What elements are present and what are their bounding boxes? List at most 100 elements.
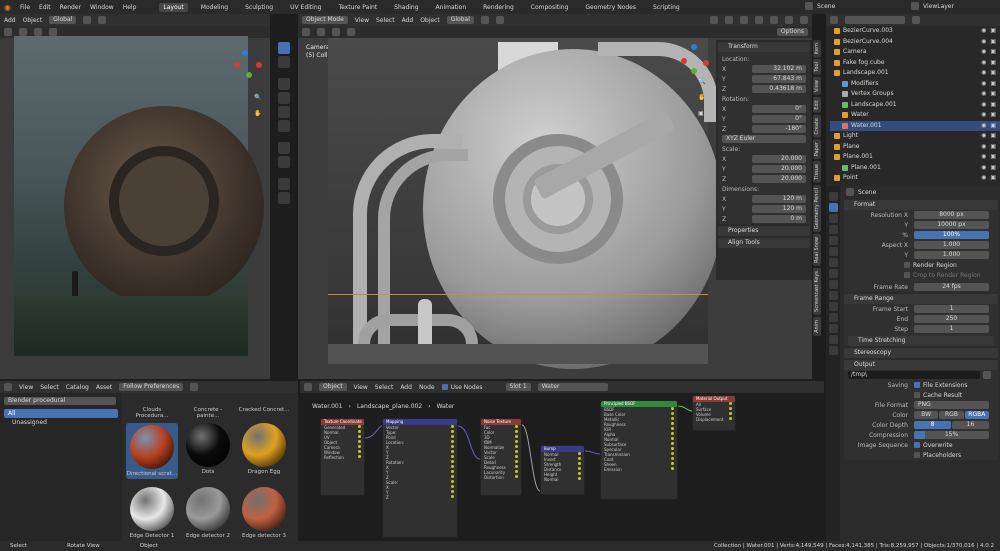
asset-row1-label-1[interactable]: Clouds Procedura... [126, 407, 178, 419]
node-socket-icon[interactable] [671, 417, 674, 420]
asset-tile[interactable]: Edge detector 3 -... [238, 487, 290, 541]
overwrite-checkbox[interactable] [914, 442, 920, 448]
node-socket-icon[interactable] [451, 460, 454, 463]
viewport-camera-icon[interactable]: ▣ [698, 110, 704, 117]
side-tab-create[interactable]: Create [813, 114, 821, 138]
world-tab-icon[interactable] [828, 247, 838, 256]
stereoscopy-panel-header[interactable]: Stereoscopy [844, 348, 998, 358]
outliner-item[interactable]: Point ◉ ▣ [830, 173, 1000, 184]
node-socket-icon[interactable] [451, 445, 454, 448]
noise-texture-node[interactable]: Noise Texture Fac Color 3D fBM Normalize Vect… [480, 418, 522, 496]
side-tab-item[interactable]: Item [813, 40, 821, 58]
outliner-item[interactable]: Fake fog cube ◉ ▣ [830, 58, 1000, 69]
node-socket-icon[interactable] [515, 465, 518, 468]
texture-coordinate-node[interactable]: Texture Coordinate Generated Normal UV Obje… [320, 418, 365, 496]
material-shading-icon[interactable] [785, 16, 793, 24]
node-socket-icon[interactable] [358, 455, 361, 458]
node-socket-icon[interactable] [451, 435, 454, 438]
outliner-item[interactable]: Modifiers ◉ ▣ [830, 79, 1000, 90]
transform-tool-icon[interactable] [278, 120, 290, 132]
asset-menu-catalog[interactable]: Catalog [66, 384, 89, 391]
node-socket-icon[interactable] [729, 407, 732, 410]
menu-select[interactable]: Select [376, 17, 395, 24]
node-socket-icon[interactable] [451, 470, 454, 473]
menu-render[interactable]: Render [60, 4, 81, 11]
follow-preferences-dropdown[interactable]: Follow Preferences [119, 383, 184, 391]
frame-range-panel-header[interactable]: Frame Range [844, 294, 998, 304]
select-mode-icon[interactable] [19, 28, 27, 36]
node-socket-row[interactable]: Distortion [481, 475, 521, 480]
scene-name[interactable]: Scene [817, 3, 877, 10]
asset-tile[interactable]: Dragon Egg [238, 423, 290, 475]
rotation-x-field[interactable]: 0° [752, 105, 806, 113]
node-socket-icon[interactable] [671, 447, 674, 450]
visibility-eye-icon[interactable]: ◉ [981, 110, 986, 121]
render-region-checkbox[interactable] [904, 262, 910, 268]
render-camera-icon[interactable]: ▣ [990, 37, 996, 48]
node-socket-icon[interactable] [515, 460, 518, 463]
node-socket-row[interactable]: Displacement [693, 417, 735, 422]
cache-result-checkbox[interactable] [914, 392, 920, 398]
tool-tab-icon[interactable] [828, 192, 838, 201]
catalog-unassigned[interactable]: Unassigned [4, 418, 118, 427]
render-camera-icon[interactable]: ▣ [990, 173, 996, 184]
node-socket-icon[interactable] [451, 430, 454, 433]
node-socket-icon[interactable] [515, 450, 518, 453]
frame-end-field[interactable]: 250 [914, 315, 989, 323]
compression-slider[interactable]: 15% [914, 431, 989, 439]
node-socket-icon[interactable] [451, 455, 454, 458]
dimensions-z-field[interactable]: 0 m [752, 215, 806, 223]
left-hand-icon[interactable]: ✋ [254, 110, 261, 117]
node-socket-icon[interactable] [671, 442, 674, 445]
viewport-zoom-icon[interactable]: 🔍 [698, 78, 705, 85]
physics-tab-icon[interactable] [828, 302, 838, 311]
principled-bsdf-node[interactable]: Principled BSDF BSDF Base Color Metallic Ro… [600, 400, 678, 500]
bump-node[interactable]: Bump Normal Invert Strength Distance Height N… [540, 445, 585, 495]
cursor-tool-icon[interactable] [278, 56, 290, 68]
render-camera-icon[interactable]: ▣ [990, 121, 996, 132]
outliner-item[interactable]: Landscape.001 ◉ ▣ [830, 68, 1000, 79]
output-tab-icon[interactable] [828, 214, 838, 223]
stereoscopy-panel[interactable]: Stereoscopy [844, 348, 998, 358]
file-format-dropdown[interactable]: PNG [914, 401, 989, 409]
node-socket-icon[interactable] [358, 430, 361, 433]
menu-add[interactable]: Add [402, 17, 414, 24]
render-camera-icon[interactable]: ▣ [990, 100, 996, 111]
outliner-item[interactable]: Landscape.001 ◉ ▣ [830, 100, 1000, 111]
visibility-eye-icon[interactable]: ◉ [981, 58, 986, 69]
resolution-y-field[interactable]: 10000 px [914, 221, 989, 229]
node-socket-icon[interactable] [671, 467, 674, 470]
tab-geometry-nodes[interactable]: Geometry Nodes [581, 3, 640, 12]
asset-library-dropdown[interactable]: Blender procedural [4, 397, 116, 405]
rotation-y-field[interactable]: 0° [752, 115, 806, 123]
gizmo-toggle-icon[interactable] [725, 16, 733, 24]
render-camera-icon[interactable]: ▣ [990, 89, 996, 100]
catalog-all[interactable]: All [4, 409, 118, 418]
render-camera-icon[interactable]: ▣ [990, 58, 996, 69]
node-socket-icon[interactable] [671, 457, 674, 460]
node-socket-icon[interactable] [358, 440, 361, 443]
annotate-tool-icon[interactable] [278, 142, 290, 154]
outliner-item[interactable]: Camera ◉ ▣ [830, 47, 1000, 58]
material-output-node[interactable]: Material Output All Surface Volume Displace… [692, 395, 736, 431]
node-socket-icon[interactable] [451, 440, 454, 443]
object-tab-icon[interactable] [828, 269, 838, 278]
dimensions-x-field[interactable]: 120 m [752, 195, 806, 203]
output-panel-header[interactable]: Output [844, 360, 998, 370]
texture-tab-icon[interactable] [828, 346, 838, 355]
node-socket-icon[interactable] [358, 435, 361, 438]
aspect-y-field[interactable]: 1.000 [914, 251, 989, 259]
node-socket-icon[interactable] [578, 477, 581, 480]
color-bw-button[interactable]: BW [914, 411, 939, 419]
location-z-field[interactable]: 0.43618 m [752, 85, 806, 93]
node-socket-icon[interactable] [515, 455, 518, 458]
tab-compositing[interactable]: Compositing [527, 3, 573, 12]
node-socket-icon[interactable] [451, 480, 454, 483]
select-extend-icon[interactable] [317, 28, 325, 36]
tab-rendering[interactable]: Rendering [479, 3, 518, 12]
color-rgb-button[interactable]: RGB [939, 411, 964, 419]
side-tab-view[interactable]: View [813, 77, 821, 95]
render-camera-icon[interactable]: ▣ [990, 26, 996, 37]
overlay-toggle-icon[interactable] [740, 16, 748, 24]
tab-shading[interactable]: Shading [390, 3, 422, 12]
